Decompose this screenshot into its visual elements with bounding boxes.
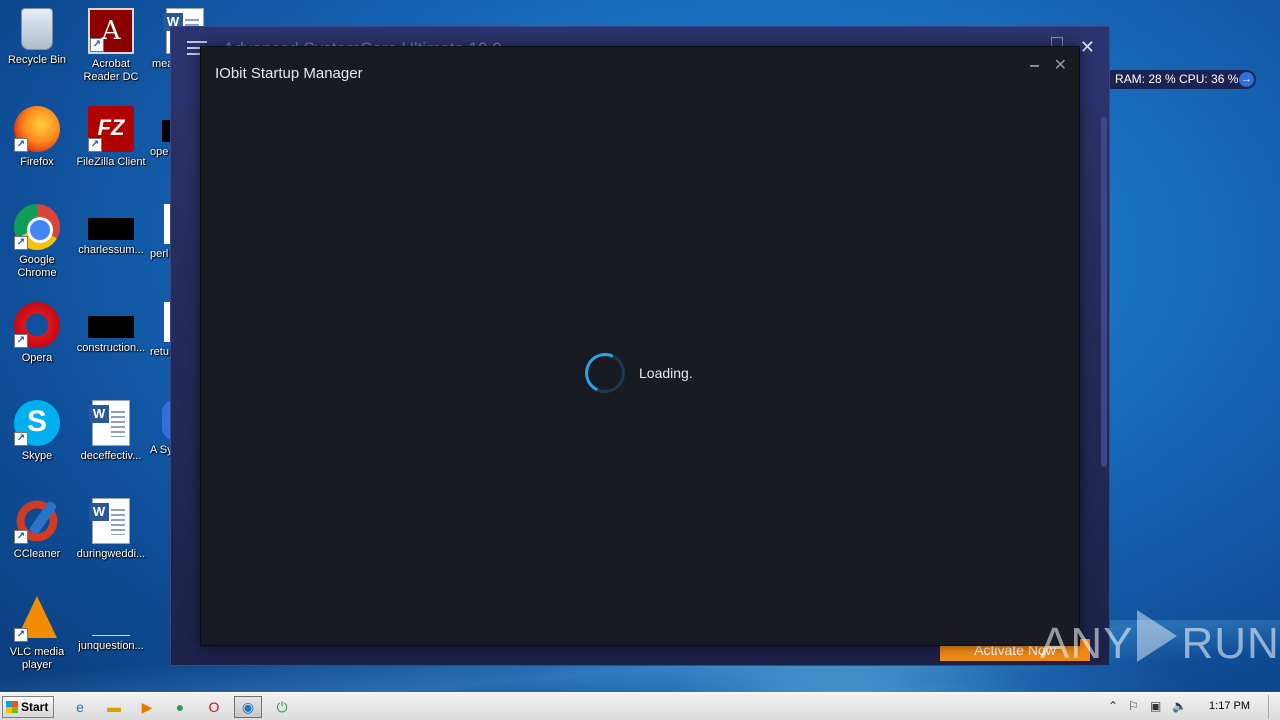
system-monitor-widget[interactable]: RAM: 28 % CPU: 36 % → xyxy=(1110,70,1256,89)
desktop-icon-construction[interactable]: construction... xyxy=(74,302,148,355)
shortcut-arrow-icon: ↗ xyxy=(14,334,28,348)
shortcut-arrow-icon: ↗ xyxy=(90,38,104,52)
desktop-icon-ccleaner[interactable]: ↗ CCleaner xyxy=(0,498,74,561)
power-icon[interactable]: ⏻ xyxy=(272,697,292,717)
opera-icon: ↗ xyxy=(14,302,60,348)
file-icon xyxy=(92,616,130,636)
opera-taskbar-icon[interactable]: O xyxy=(204,697,224,717)
desktop-icon-label: Firefox xyxy=(20,156,54,168)
desktop-icon-label: duringweddi... xyxy=(76,548,146,560)
advanced-systemcare-taskbar-icon[interactable]: ◉ xyxy=(234,696,262,718)
desktop-icon-deceffectiv[interactable]: deceffectiv... xyxy=(74,400,148,463)
desktop-icon-duringweddi[interactable]: duringweddi... xyxy=(74,498,148,561)
clock[interactable]: 1:17 PM xyxy=(1209,700,1250,712)
chrome-icon: ↗ xyxy=(14,204,60,250)
word-document-icon xyxy=(89,498,130,544)
desktop-icon-label: Opera xyxy=(21,352,53,364)
media-player-icon[interactable]: ▶ xyxy=(137,697,157,717)
desktop-icon-label: Recycle Bin xyxy=(7,54,67,66)
desktop-icon-label: VLC media player xyxy=(9,646,65,671)
scrollbar[interactable] xyxy=(1101,117,1107,467)
desktop-icon-label: CCleaner xyxy=(13,548,61,560)
shortcut-arrow-icon: ↗ xyxy=(14,432,28,446)
filezilla-icon: ↗ xyxy=(88,106,134,152)
close-icon[interactable]: ✕ xyxy=(1080,37,1095,58)
dialog-title: IObit Startup Manager xyxy=(215,65,363,82)
windows-logo-icon xyxy=(6,701,18,713)
chevron-up-icon[interactable]: ⌃ xyxy=(1108,699,1118,713)
network-icon[interactable]: ▣ xyxy=(1150,699,1161,713)
startup-manager-dialog: IObit Startup Manager – ✕ Loading. xyxy=(200,46,1080,646)
chrome-taskbar-icon[interactable]: ● xyxy=(170,697,190,717)
desktop-icon-firefox[interactable]: ↗ Firefox xyxy=(0,106,74,169)
show-desktop-button[interactable] xyxy=(1268,695,1280,719)
shortcut-arrow-icon: ↗ xyxy=(14,138,28,152)
arrow-right-icon[interactable]: → xyxy=(1239,72,1254,87)
file-icon xyxy=(88,218,134,240)
shortcut-arrow-icon: ↗ xyxy=(88,138,102,152)
taskbar: Start e ▬ ▶ ● O ◉ ⏻ ⌃ ⚐ ▣ 🔈 1:17 PM xyxy=(0,692,1280,720)
start-button[interactable]: Start xyxy=(2,696,54,718)
shortcut-arrow-icon: ↗ xyxy=(14,628,28,642)
folder-icon[interactable]: ▬ xyxy=(104,697,124,717)
shortcut-arrow-icon: ↗ xyxy=(14,236,28,250)
desktop-icon-opera[interactable]: ↗ Opera xyxy=(0,302,74,365)
desktop-icon-charlessum[interactable]: charlessum... xyxy=(74,204,148,257)
desktop-icon-label: deceffectiv... xyxy=(80,450,142,462)
recycle-bin-icon xyxy=(21,8,53,50)
desktop-icon-label: Skype xyxy=(21,450,53,462)
watermark-right: RUN xyxy=(1181,619,1280,668)
skype-icon: ↗ xyxy=(14,400,60,446)
acrobat-icon: ↗ xyxy=(88,8,134,54)
desktop-icon-skype[interactable]: ↗ Skype xyxy=(0,400,74,463)
flag-icon[interactable]: ⚐ xyxy=(1128,699,1139,713)
desktop-icon-vlc[interactable]: ↗ VLC media player xyxy=(0,596,74,672)
system-tray: ⌃ ⚐ ▣ 🔈 1:17 PM xyxy=(1104,693,1280,720)
play-logo-icon xyxy=(1137,610,1178,662)
desktop-icon-chrome[interactable]: ↗ Google Chrome xyxy=(0,204,74,280)
internet-explorer-icon[interactable]: e xyxy=(70,697,90,717)
start-label: Start xyxy=(21,700,49,714)
desktop-icon-filezilla[interactable]: ↗ FileZilla Client xyxy=(74,106,148,169)
loading-spinner-icon xyxy=(579,347,631,399)
desktop-icon-recycle-bin[interactable]: Recycle Bin xyxy=(0,8,74,67)
desktop-icon-junquestion[interactable]: junquestion... xyxy=(74,596,148,653)
desktop-icon-label: Google Chrome xyxy=(17,254,57,279)
shortcut-arrow-icon: ↗ xyxy=(14,530,28,544)
desktop-icon-label: junquestion... xyxy=(78,640,144,652)
desktop-icon-label: FileZilla Client xyxy=(76,156,146,168)
desktop-icon-label: charlessum... xyxy=(78,244,144,256)
firefox-icon: ↗ xyxy=(14,106,60,152)
minimize-button[interactable]: – xyxy=(1030,57,1039,75)
volume-icon[interactable]: 🔈 xyxy=(1172,699,1187,713)
ram-cpu-readout: RAM: 28 % CPU: 36 % xyxy=(1115,72,1239,86)
ccleaner-icon: ↗ xyxy=(14,498,60,544)
loading-text: Loading. xyxy=(639,365,693,381)
file-icon xyxy=(162,120,170,142)
vlc-icon: ↗ xyxy=(14,596,60,642)
word-document-icon xyxy=(89,400,130,446)
watermark-left: ANY xyxy=(1040,619,1134,668)
close-button[interactable]: ✕ xyxy=(1054,55,1067,75)
anyrun-watermark: ANY RUN xyxy=(1040,610,1280,669)
desktop-icon-label: construction... xyxy=(76,342,146,354)
file-icon xyxy=(88,316,134,338)
